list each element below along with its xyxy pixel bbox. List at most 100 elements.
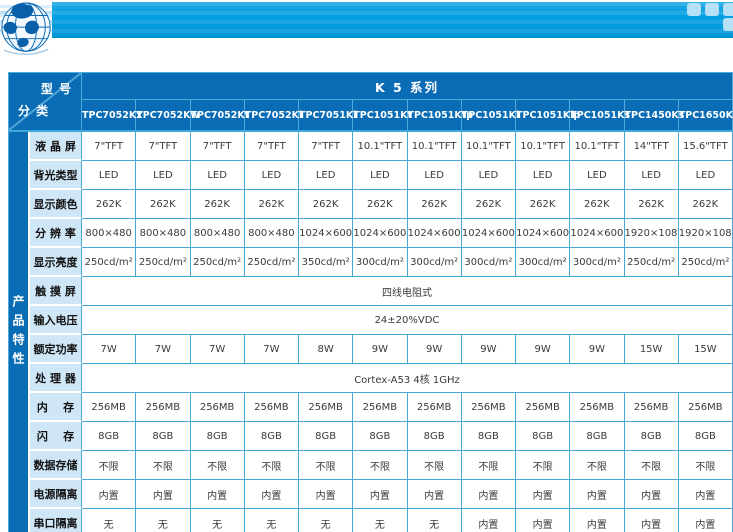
spec-value: 7"TFT	[244, 132, 299, 161]
model-header: TPC1051Kip	[516, 100, 580, 132]
spec-value: 不限	[190, 451, 245, 480]
spec-value-span: 24±20%VDC	[82, 306, 733, 335]
spec-value: 1024×600	[299, 219, 354, 248]
row-label: 显示颜色	[30, 190, 82, 219]
spec-value: 250cd/m²	[190, 248, 245, 277]
spec-value: 无	[299, 509, 354, 532]
page: 型 号 分 类 K 5 系列 TPC7052Kx TPC7052Kw TPC7052…	[0, 0, 733, 532]
spec-row: 处 理 器 Cortex-A53 4核 1GHz	[8, 364, 733, 393]
spec-value: 1920×1080	[678, 219, 733, 248]
corner-category-label: 分 类	[18, 104, 50, 118]
spec-value: 不限	[82, 451, 137, 480]
spec-value: 1920×1080	[624, 219, 679, 248]
spec-value: 7"TFT	[136, 132, 191, 161]
spec-row: 额定功率 7W 7W 7W 7W 8W 9W 9W 9W 9W 9W 15W 15W	[8, 335, 733, 364]
spec-row: 输入电压 24±20%VDC	[8, 306, 733, 335]
model-header: TPC7052Ki	[244, 100, 302, 132]
spec-value: 300cd/m²	[461, 248, 516, 277]
spec-value: 262K	[516, 190, 571, 219]
row-label: 串口隔离	[30, 509, 82, 532]
spec-row: 分 辨 率 800×480 800×480 800×480 800×480 1024×60…	[8, 219, 733, 248]
spec-value: 内置	[461, 509, 516, 532]
spec-row: 触 摸 屏四线电阻式	[8, 277, 733, 306]
spec-value: 262K	[624, 190, 679, 219]
spec-value: 8GB	[82, 422, 137, 451]
spec-value: 7"TFT	[299, 132, 354, 161]
deco-square	[705, 3, 719, 16]
spec-value: LED	[516, 161, 571, 190]
spec-value: 800×480	[82, 219, 137, 248]
spec-value: 内置	[190, 480, 245, 509]
spec-value: 不限	[624, 451, 679, 480]
spec-value: 300cd/m²	[353, 248, 408, 277]
spec-value: 300cd/m²	[407, 248, 462, 277]
model-header: TPC7052Kt	[190, 100, 249, 132]
spec-value: 250cd/m²	[82, 248, 137, 277]
row-label: 触 摸 屏	[30, 277, 82, 306]
spec-value: 256MB	[136, 393, 191, 422]
spec-row: 闪 存 8GB 8GB 8GB 8GB 8GB 8GB 8GB 8GB 8GB 8GB 8GB 8GB	[8, 422, 733, 451]
spec-value: 无	[136, 509, 191, 532]
model-header: TPC1450Ks	[624, 100, 684, 132]
spec-row: 产品特性液 晶 屏 7"TFT 7"TFT 7"TFT 7"TFT 7"TFT 10.1"T…	[8, 132, 733, 532]
spec-value: 262K	[244, 190, 299, 219]
row-label: 液 晶 屏	[30, 132, 82, 161]
spec-value: 800×480	[190, 219, 245, 248]
spec-value: LED	[624, 161, 679, 190]
spec-value: 8GB	[461, 422, 516, 451]
spec-value-span: Cortex-A53 4核 1GHz	[82, 364, 733, 393]
row-label: 显示亮度	[30, 248, 82, 277]
spec-value: 内置	[516, 480, 571, 509]
spec-value: 1024×600	[570, 219, 625, 248]
model-header: TPC1650Ks	[678, 100, 733, 132]
spec-value: 内置	[570, 480, 625, 509]
spec-value: LED	[190, 161, 245, 190]
spec-value: 250cd/m²	[678, 248, 733, 277]
spec-row: 内 存 256MB 256MB 256MB 256MB 256MB 256MB 256MB 25…	[8, 393, 733, 422]
spec-value: 不限	[461, 451, 516, 480]
deco-square	[723, 18, 733, 31]
corner-cell: 型 号 分 类	[8, 72, 82, 132]
spec-value: 不限	[407, 451, 462, 480]
row-label: 额定功率	[30, 335, 82, 364]
row-label: 数据存储	[30, 451, 82, 480]
spec-value: 7W	[82, 335, 137, 364]
spec-value: 不限	[353, 451, 408, 480]
spec-table: 型 号 分 类 K 5 系列 TPC7052Kx TPC7052Kw TPC7052…	[8, 72, 733, 532]
series-title: K 5 系列	[82, 72, 733, 100]
spec-value: 256MB	[624, 393, 679, 422]
model-header: TPC1051Ki	[461, 100, 519, 132]
spec-value: 9W	[570, 335, 625, 364]
k5-series-spec-table: 型 号 分 类 K 5 系列 TPC7052Kx TPC7052Kw TPC7052…	[8, 72, 733, 532]
spec-value: 8GB	[299, 422, 354, 451]
spec-value: 8GB	[407, 422, 462, 451]
spec-value: 14"TFT	[624, 132, 679, 161]
spec-value: LED	[82, 161, 137, 190]
spec-value: 256MB	[461, 393, 516, 422]
spec-value: 9W	[516, 335, 571, 364]
spec-value: 不限	[678, 451, 733, 480]
spec-value: 9W	[407, 335, 462, 364]
spec-value: 内置	[570, 509, 625, 532]
spec-value: 不限	[244, 451, 299, 480]
spec-value: 15W	[624, 335, 679, 364]
spec-value: 300cd/m²	[516, 248, 571, 277]
spec-value: LED	[244, 161, 299, 190]
spec-value: 10.1"TFT	[407, 132, 462, 161]
spec-value: 1024×600	[353, 219, 408, 248]
row-label: 闪 存	[30, 422, 82, 451]
side-category-cell: 产品特性	[8, 132, 30, 532]
spec-value: 350cd/m²	[299, 248, 354, 277]
spec-value: 内置	[244, 480, 299, 509]
spec-value: 250cd/m²	[244, 248, 299, 277]
spec-row: 背光类型 LED LED LED LED LED LED LED LED LED LED LED LED	[8, 161, 733, 190]
spec-value: 1024×600	[407, 219, 462, 248]
spec-row: 数据存储 不限 不限 不限 不限 不限 不限 不限 不限 不限 不限 不限 不限	[8, 451, 733, 480]
spec-value: LED	[461, 161, 516, 190]
spec-value: 256MB	[353, 393, 408, 422]
spec-row: 串口隔离无无无无无无无内置 内置 内置 内置 内置	[8, 509, 733, 532]
corner-model-label: 型 号	[40, 82, 72, 96]
spec-value: 256MB	[299, 393, 354, 422]
spec-value: 8GB	[353, 422, 408, 451]
spec-value: LED	[353, 161, 408, 190]
